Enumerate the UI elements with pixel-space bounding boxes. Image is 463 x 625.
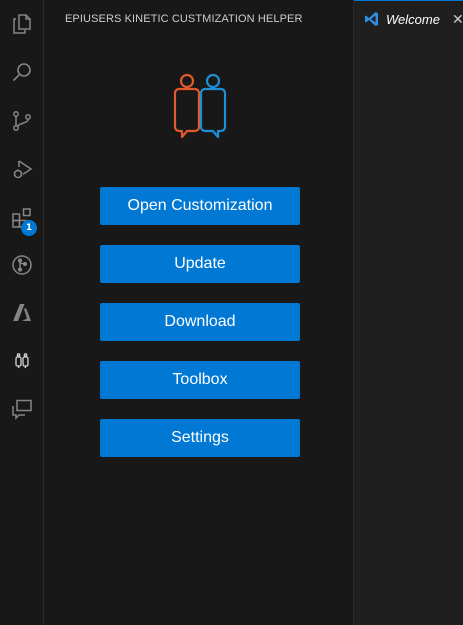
vscode-window: 1 EPIUSERS KINETIC CUSTMIZATION HELPER O…	[0, 0, 463, 625]
update-button[interactable]: Update	[100, 245, 300, 283]
extensions-icon[interactable]: 1	[0, 196, 44, 240]
explorer-icon[interactable]	[0, 2, 44, 46]
tab-strip: Welcome ✕	[354, 0, 463, 37]
close-icon[interactable]: ✕	[452, 10, 463, 28]
toolbox-button[interactable]: Toolbox	[100, 361, 300, 399]
panel-title: EPIUSERS KINETIC CUSTMIZATION HELPER	[65, 13, 303, 25]
side-panel: EPIUSERS KINETIC CUSTMIZATION HELPER Ope…	[44, 0, 354, 625]
azure-icon[interactable]	[0, 291, 44, 335]
vscode-icon	[365, 12, 378, 26]
search-icon[interactable]	[0, 50, 44, 94]
git-graph-icon[interactable]	[0, 243, 44, 287]
tab-welcome[interactable]: Welcome ✕	[354, 0, 463, 37]
remote-chat-icon[interactable]	[0, 387, 44, 431]
open-customization-button[interactable]: Open Customization	[100, 187, 300, 225]
source-control-icon[interactable]	[0, 99, 44, 143]
editor-area: Welcome ✕	[354, 0, 463, 625]
epiusers-icon[interactable]	[0, 340, 44, 384]
extensions-badge: 1	[21, 220, 37, 236]
download-button[interactable]: Download	[100, 303, 300, 341]
epiusers-logo-icon	[173, 73, 227, 139]
run-debug-icon[interactable]	[0, 147, 44, 191]
tab-welcome-label: Welcome	[386, 12, 440, 27]
settings-button[interactable]: Settings	[100, 419, 300, 457]
activity-bar: 1	[0, 0, 44, 625]
